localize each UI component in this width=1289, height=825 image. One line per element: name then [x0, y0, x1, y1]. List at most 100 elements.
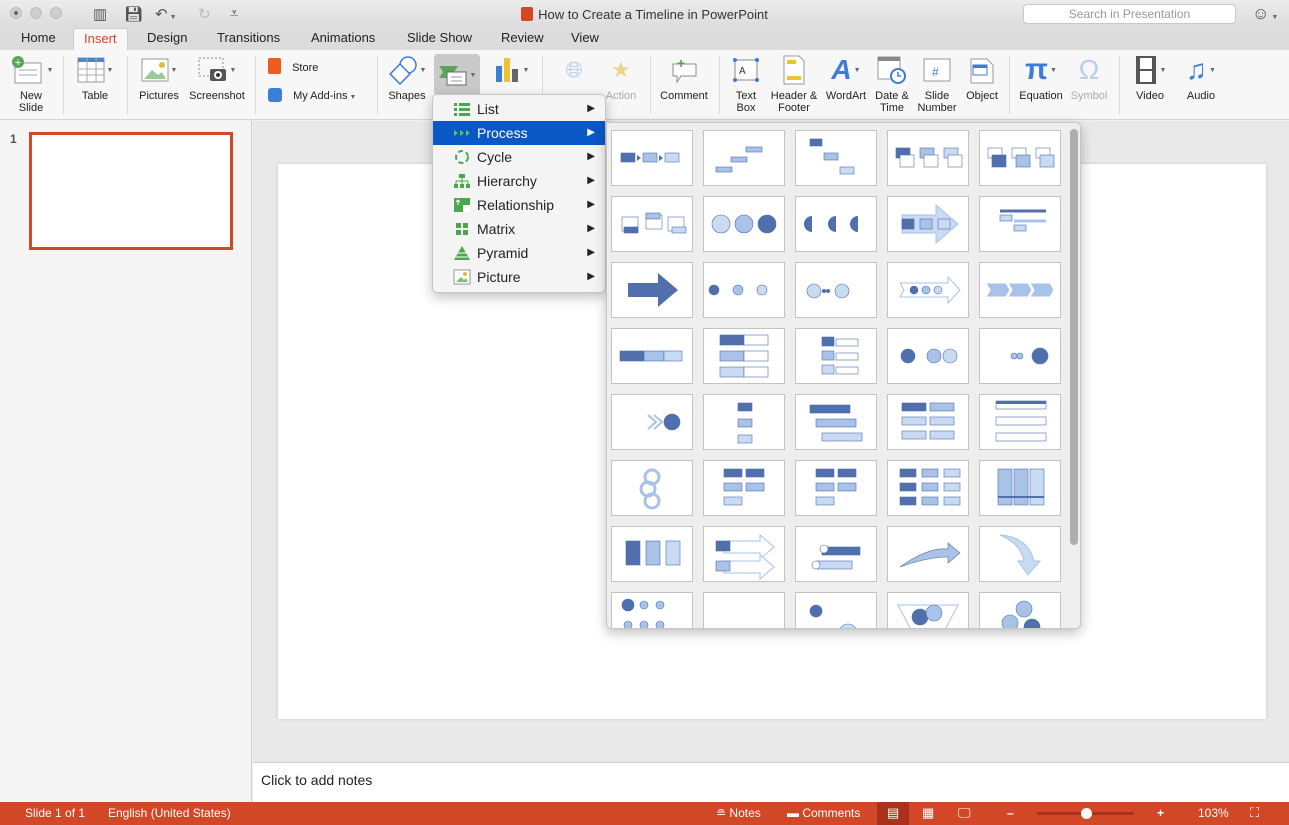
- tab-slide-show[interactable]: Slide Show: [397, 28, 482, 50]
- tab-design[interactable]: Design: [137, 28, 197, 50]
- customize-toolbar-icon[interactable]: ⩡: [230, 5, 238, 22]
- layout-sub-step-process[interactable]: [795, 130, 877, 186]
- slide-show-button[interactable]: 🖵︎: [958, 805, 971, 821]
- normal-view-button[interactable]: ▤: [877, 802, 909, 825]
- tab-home[interactable]: Home: [11, 28, 66, 50]
- layout-descending-process[interactable]: [979, 130, 1061, 186]
- comments-button[interactable]: ▬ Comments: [787, 806, 860, 820]
- layout-arrow-process[interactable]: [703, 526, 785, 582]
- tab-animations[interactable]: Animations: [301, 28, 385, 50]
- menu-item-pyramid[interactable]: Pyramid ▶: [433, 241, 605, 265]
- layout-descending-arrow[interactable]: [979, 526, 1061, 582]
- menu-item-hierarchy[interactable]: Hierarchy ▶: [433, 169, 605, 193]
- layout-closed-chevron-process[interactable]: [887, 262, 969, 318]
- slide-number-button[interactable]: # Slide Number: [914, 50, 960, 120]
- undo-icon[interactable]: ↶ ▼: [155, 5, 177, 23]
- layout-circular-bending-process[interactable]: [611, 196, 693, 252]
- wordart-button[interactable]: A ▼ WordArt: [822, 50, 870, 120]
- layout-increasing-arrows-process[interactable]: [979, 196, 1061, 252]
- layout-incremental-circle-process[interactable]: [795, 196, 877, 252]
- shapes-button[interactable]: ▼ Shapes: [384, 50, 430, 120]
- layout-block-arrow[interactable]: [611, 262, 693, 318]
- layout-continuous-block-process[interactable]: [703, 196, 785, 252]
- layout-staggered-process[interactable]: [795, 394, 877, 450]
- layout-repeating-bending-process[interactable]: [611, 460, 693, 516]
- zoom-level[interactable]: 103%: [1198, 806, 1229, 820]
- minimize-window-button[interactable]: [30, 7, 42, 19]
- tab-view[interactable]: View: [561, 28, 609, 50]
- equation-button[interactable]: π ▼ Equation: [1016, 50, 1066, 120]
- slide-sorter-button[interactable]: ▦: [922, 805, 934, 821]
- layout-chevron-equation[interactable]: [795, 592, 877, 628]
- menu-item-relationship[interactable]: Relationship ▶: [433, 193, 605, 217]
- layout-stacked-process[interactable]: [979, 394, 1061, 450]
- zoom-out-button[interactable]: –: [1007, 806, 1014, 820]
- object-button[interactable]: Object: [960, 50, 1004, 120]
- layout-funnel[interactable]: [887, 592, 969, 628]
- zoom-slider[interactable]: [1037, 808, 1134, 819]
- header-footer-button[interactable]: Header & Footer: [768, 50, 820, 120]
- layout-alternating-flow[interactable]: [887, 130, 969, 186]
- notes-button[interactable]: ≘ Notes: [716, 806, 761, 820]
- language-indicator[interactable]: English (United States): [108, 806, 231, 820]
- text-box-button[interactable]: A Text Box: [726, 50, 766, 120]
- layout-plus-equation[interactable]: [703, 592, 785, 628]
- layout-bending-process[interactable]: [795, 460, 877, 516]
- layout-opposing-ideas[interactable]: [887, 328, 969, 384]
- zoom-in-button[interactable]: +: [1157, 806, 1164, 820]
- feedback-smiley-icon[interactable]: ☺ ▼: [1252, 4, 1278, 24]
- layout-segmented-process[interactable]: [703, 460, 785, 516]
- my-addins-button[interactable]: My Add-ins ▼: [268, 88, 368, 110]
- notes-pane[interactable]: Click to add notes: [253, 762, 1289, 802]
- redo-icon[interactable]: ↻: [198, 5, 211, 23]
- store-button[interactable]: Store: [268, 58, 338, 80]
- date-time-button[interactable]: Date & Time: [870, 50, 914, 120]
- gallery-scrollbar[interactable]: [1070, 129, 1078, 545]
- tab-transitions[interactable]: Transitions: [207, 28, 290, 50]
- sidebar-toggle-icon[interactable]: ▥: [93, 5, 107, 23]
- layout-dots-process[interactable]: [611, 394, 693, 450]
- screenshot-button[interactable]: ▼ Screenshot: [186, 50, 248, 120]
- table-button[interactable]: ▼ Table: [70, 50, 120, 120]
- symbol-button[interactable]: Ω Symbol: [1066, 50, 1112, 120]
- menu-item-process[interactable]: Process ▶: [433, 121, 605, 145]
- layout-circle-arrow-process[interactable]: [703, 262, 785, 318]
- save-icon[interactable]: 💾︎: [124, 5, 143, 23]
- comment-button[interactable]: + Comment: [656, 50, 712, 120]
- layout-basic-timeline[interactable]: [795, 526, 877, 582]
- layout-upward-arrow[interactable]: [887, 196, 969, 252]
- menu-item-matrix[interactable]: Matrix ▶: [433, 217, 605, 241]
- zoom-window-button[interactable]: [50, 7, 62, 19]
- layout-step-up-process[interactable]: [703, 130, 785, 186]
- slide-thumbnail[interactable]: [29, 132, 233, 250]
- audio-button[interactable]: ♫ ▼ Audio: [1176, 50, 1226, 120]
- layout-grouped-process[interactable]: [887, 394, 969, 450]
- layout-vertical-process[interactable]: [703, 394, 785, 450]
- smartart-button[interactable]: ▼: [434, 54, 480, 96]
- layout-gear[interactable]: [979, 592, 1061, 628]
- layout-upward-arrow-curve[interactable]: [887, 526, 969, 582]
- layout-basic-process[interactable]: [611, 130, 693, 186]
- layout-chevron-process[interactable]: [979, 262, 1061, 318]
- layout-circle-process[interactable]: [795, 262, 877, 318]
- layout-equation-process[interactable]: [611, 592, 693, 628]
- layout-converging-process[interactable]: [979, 328, 1061, 384]
- video-button[interactable]: ▼ Video: [1126, 50, 1174, 120]
- layout-vertical-accent-list[interactable]: [795, 328, 877, 384]
- pictures-button[interactable]: ▼ Pictures: [134, 50, 184, 120]
- zoom-slider-handle[interactable]: [1080, 808, 1092, 819]
- layout-interconnected-block-process[interactable]: [979, 460, 1061, 516]
- layout-accent-process[interactable]: [611, 328, 693, 384]
- tab-insert[interactable]: Insert: [73, 28, 128, 50]
- menu-item-picture[interactable]: Picture ▶: [433, 265, 605, 289]
- new-slide-button[interactable]: + ▼ New Slide: [6, 50, 56, 120]
- tab-review[interactable]: Review: [491, 28, 554, 50]
- layout-step-down-process[interactable]: [887, 460, 969, 516]
- fit-to-window-button[interactable]: ⛶: [1250, 805, 1259, 821]
- close-window-button[interactable]: [10, 7, 22, 19]
- menu-item-cycle[interactable]: Cycle ▶: [433, 145, 605, 169]
- layout-vertical-chevron-list[interactable]: [703, 328, 785, 384]
- search-input[interactable]: Search in Presentation: [1023, 4, 1236, 24]
- layout-phased-process[interactable]: [611, 526, 693, 582]
- menu-item-list[interactable]: List ▶: [433, 97, 605, 121]
